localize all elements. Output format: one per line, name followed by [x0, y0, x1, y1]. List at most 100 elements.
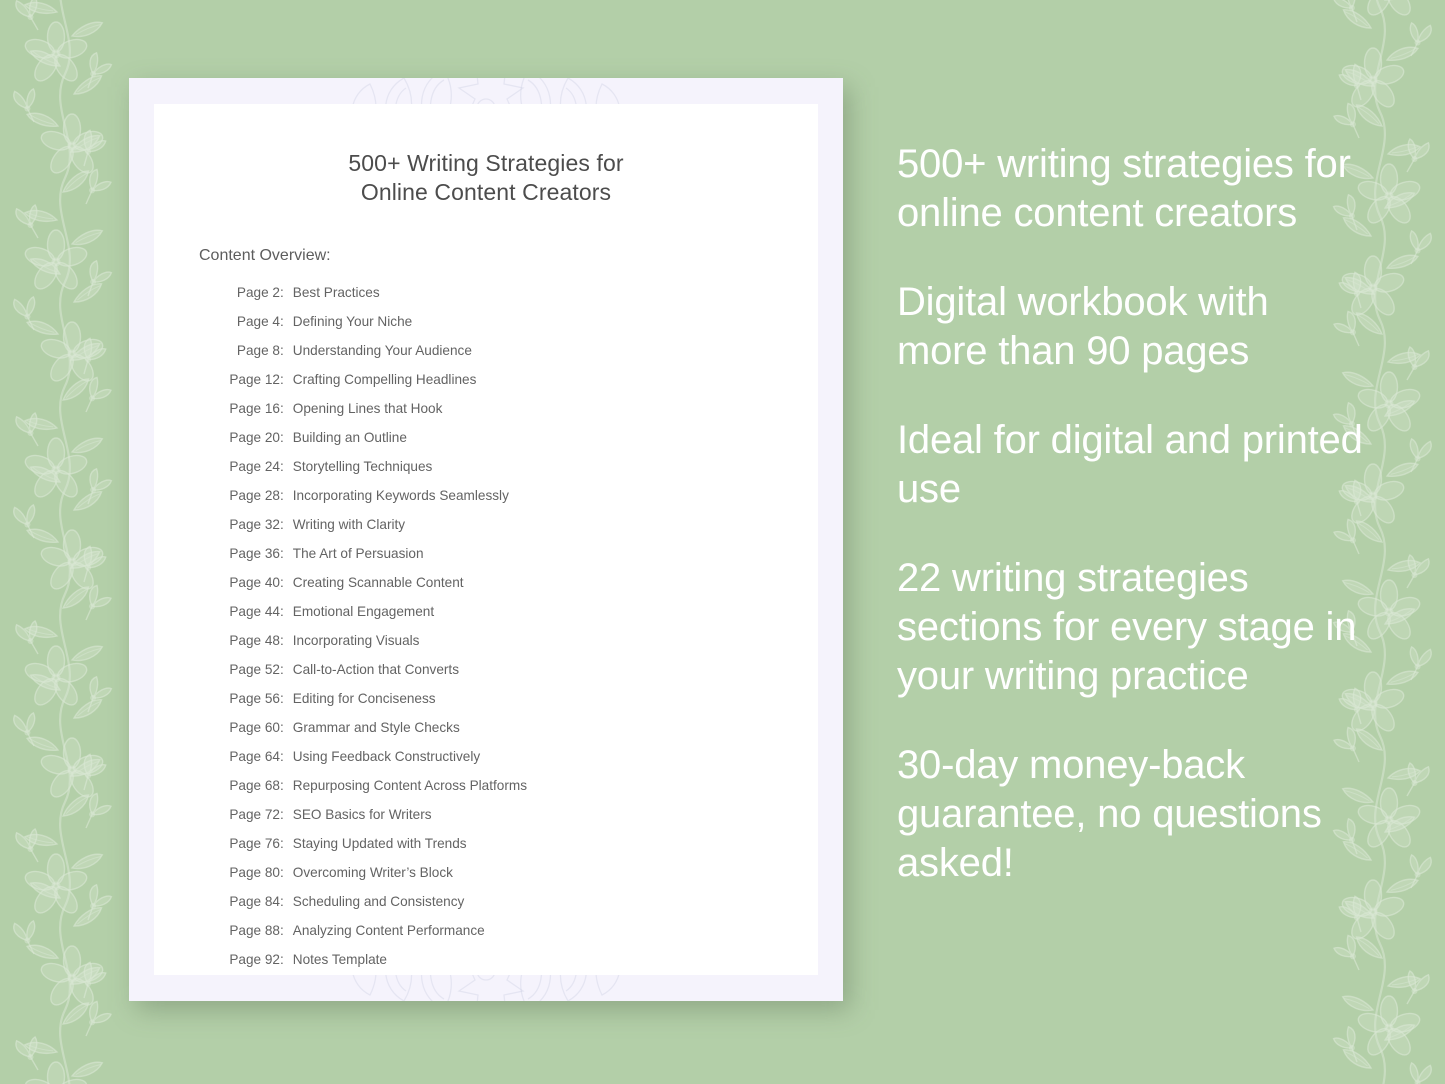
toc-page-number: Page 52 [229, 662, 280, 678]
toc-page-number: Page 36 [229, 546, 280, 562]
table-of-contents-item: Page 36: The Art of Persuasion [222, 547, 818, 576]
toc-page-number: Page 64 [229, 749, 280, 765]
toc-section-title: Analyzing Content Performance [292, 923, 485, 939]
toc-separator: : [280, 546, 284, 562]
toc-separator: : [280, 952, 284, 968]
toc-page-number: Page 56 [229, 691, 280, 707]
toc-page-number: Page 72 [229, 807, 280, 823]
toc-separator: : [280, 923, 284, 939]
toc-page-number: Page 80 [229, 865, 280, 881]
toc-separator: : [280, 604, 284, 620]
toc-separator: : [280, 285, 284, 301]
table-of-contents-item: Page 12: Crafting Compelling Headlines [222, 373, 818, 402]
toc-section-title: Incorporating Visuals [292, 633, 420, 649]
table-of-contents-item: Page 80: Overcoming Writer’s Block [222, 866, 818, 895]
table-of-contents-item: Page 20: Building an Outline [222, 431, 818, 460]
toc-page-number: Page 84 [229, 894, 280, 910]
table-of-contents-item: Page 48: Incorporating Visuals [222, 634, 818, 663]
table-of-contents-item: Page 88: Analyzing Content Performance [222, 924, 818, 953]
marketing-point: 500+ writing strategies for online conte… [897, 142, 1351, 235]
floral-vine-border-left [0, 0, 130, 1084]
toc-separator: : [280, 517, 284, 533]
page-title-line-2: Online Content Creators [360, 179, 612, 206]
marketing-point: Digital workbook with more than 90 pages [897, 280, 1269, 373]
marketing-bullet-list: 500+ writing strategies for online conte… [897, 140, 1367, 888]
toc-section-title: Opening Lines that Hook [292, 401, 443, 417]
page-title-line-1: 500+ Writing Strategies for [348, 150, 624, 176]
toc-section-title: Storytelling Techniques [292, 459, 433, 475]
toc-separator: : [280, 633, 284, 649]
table-of-contents-item: Page 60: Grammar and Style Checks [222, 721, 818, 750]
toc-separator: : [280, 430, 284, 446]
table-of-contents-item: Page 24: Storytelling Techniques [222, 460, 818, 489]
toc-section-title: Call-to-Action that Converts [292, 662, 459, 678]
table-of-contents-item: Page 40: Creating Scannable Content [222, 576, 818, 605]
table-of-contents-item: Page 2: Best Practices [222, 286, 818, 315]
table-of-contents-item: Page 44: Emotional Engagement [222, 605, 818, 634]
page-title: 500+ Writing Strategies for Online Conte… [154, 149, 818, 207]
toc-page-number: Page 12 [229, 372, 280, 388]
toc-separator: : [280, 691, 284, 707]
toc-section-title: Grammar and Style Checks [292, 720, 460, 736]
table-of-contents-item: Page 28: Incorporating Keywords Seamlessl… [222, 489, 818, 518]
toc-page-number: Page 28 [229, 488, 280, 504]
toc-separator: : [280, 894, 284, 910]
toc-separator: : [280, 865, 284, 881]
toc-separator: : [280, 807, 284, 823]
toc-section-title: SEO Basics for Writers [292, 807, 432, 823]
toc-page-number: Page 76 [229, 836, 280, 852]
toc-separator: : [280, 372, 284, 388]
table-of-contents-item: Page 68: Repurposing Content Across Platf… [222, 779, 818, 808]
toc-page-number: Page 44 [229, 604, 280, 620]
toc-section-title: Using Feedback Constructively [292, 749, 481, 765]
toc-separator: : [280, 720, 284, 736]
toc-section-title: The Art of Persuasion [292, 546, 424, 562]
toc-section-title: Building an Outline [292, 430, 407, 446]
table-of-contents-item: Page 8: Understanding Your Audience [222, 344, 818, 373]
toc-section-title: Best Practices [292, 285, 380, 301]
toc-separator: : [280, 575, 284, 591]
marketing-point: 30-day money-back guarantee, no question… [897, 743, 1322, 885]
toc-section-title: Defining Your Niche [292, 314, 413, 330]
toc-page-number: Page 60 [229, 720, 280, 736]
workbook-preview-card: 500+ Writing Strategies for Online Conte… [129, 78, 843, 1001]
toc-separator: : [280, 401, 284, 417]
floral-vine-icon [0, 0, 130, 1084]
table-of-contents: Page 2: Best Practices Page 4: Defining You… [222, 286, 818, 982]
marketing-point: 22 writing strategies sections for every… [897, 556, 1357, 698]
content-overview-label: Content Overview: [199, 247, 331, 265]
table-of-contents-item: Page 72: SEO Basics for Writers [222, 808, 818, 837]
table-of-contents-item: Page 64: Using Feedback Constructively [222, 750, 818, 779]
toc-section-title: Scheduling and Consistency [292, 894, 465, 910]
toc-page-number: Page 40 [229, 575, 280, 591]
toc-page-number: Page 48 [229, 633, 280, 649]
table-of-contents-item: Page 84: Scheduling and Consistency [222, 895, 818, 924]
toc-separator: : [280, 488, 284, 504]
toc-section-title: Understanding Your Audience [292, 343, 472, 359]
toc-page-number: Page 2 [236, 285, 280, 301]
toc-separator: : [280, 662, 284, 678]
table-of-contents-item: Page 4: Defining Your Niche [222, 315, 818, 344]
toc-separator: : [280, 343, 284, 359]
toc-page-number: Page 32 [229, 517, 280, 533]
toc-separator: : [280, 836, 284, 852]
toc-page-number: Page 68 [229, 778, 280, 794]
toc-page-number: Page 88 [229, 923, 280, 939]
table-of-contents-item: Page 16: Opening Lines that Hook [222, 402, 818, 431]
toc-page-number: Page 20 [229, 430, 280, 446]
toc-section-title: Notes Template [292, 952, 387, 968]
toc-section-title: Staying Updated with Trends [292, 836, 467, 852]
toc-page-number: Page 24 [229, 459, 280, 475]
toc-section-title: Incorporating Keywords Seamlessly [292, 488, 509, 504]
toc-section-title: Crafting Compelling Headlines [292, 372, 477, 388]
toc-page-number: Page 4 [236, 314, 280, 330]
table-of-contents-item: Page 56: Editing for Conciseness [222, 692, 818, 721]
workbook-page: 500+ Writing Strategies for Online Conte… [154, 104, 818, 975]
table-of-contents-item: Page 52: Call-to-Action that Converts [222, 663, 818, 692]
toc-page-number: Page 8 [236, 343, 280, 359]
marketing-point: Ideal for digital and printed use [897, 418, 1363, 511]
toc-section-title: Overcoming Writer’s Block [292, 865, 453, 881]
toc-separator: : [280, 749, 284, 765]
toc-separator: : [280, 314, 284, 330]
table-of-contents-item: Page 92: Notes Template [222, 953, 818, 982]
